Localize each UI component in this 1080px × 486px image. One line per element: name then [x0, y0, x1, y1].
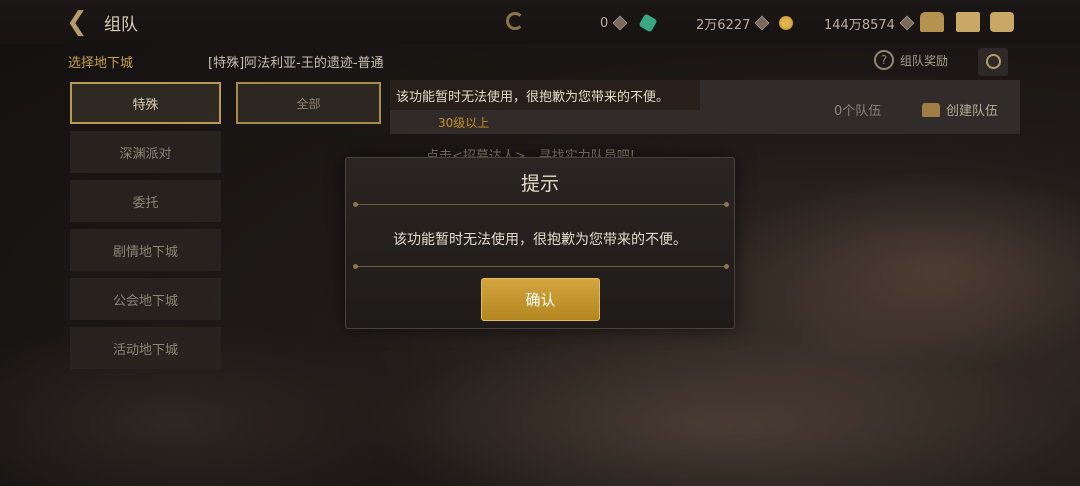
sidebar-item-story-dungeon[interactable]: 剧情地下城: [70, 229, 221, 271]
sidebar-item-special[interactable]: 特殊: [70, 82, 221, 124]
sidebar-item-event-dungeon[interactable]: 活动地下城: [70, 327, 221, 369]
gem-icon: [638, 13, 658, 33]
sidebar-item-label: 特殊: [132, 97, 159, 113]
dungeon-select-bar: 选择地下城 [特殊]阿法利亚-王的遗迹-普通 ? 组队奖励: [56, 48, 1024, 76]
diamond-icon: [612, 15, 628, 31]
dialog-title: 提示: [520, 173, 559, 195]
create-team-button[interactable]: 创建队伍: [922, 100, 998, 119]
help-icon: ?: [874, 50, 894, 70]
chest-icon[interactable]: [920, 12, 944, 32]
create-team-icon: [922, 102, 940, 117]
gold-coin-icon: [779, 16, 794, 30]
diamond-icon: [754, 15, 770, 31]
dungeon-select-label: 选择地下城: [68, 56, 134, 71]
chat-icon[interactable]: [990, 12, 1014, 32]
back-arrow-icon[interactable]: ❮: [66, 8, 96, 36]
team-count: 0个队伍: [834, 104, 882, 119]
currency-display: 144万8574: [824, 12, 915, 34]
dialog-divider: [353, 202, 729, 207]
dialog-message: 该功能暂时无法使用，很抱歉为您带来的不便。: [393, 232, 687, 248]
sidebar-item-label: 剧情地下城: [112, 244, 178, 260]
page-title: 组队: [104, 15, 138, 35]
diamond-icon: [899, 15, 915, 31]
currency-logo-icon: [506, 12, 524, 30]
currency-value: 144万8574: [824, 17, 895, 33]
toast-message: 该功能暂时无法使用，很抱歉为您带来的不便。: [390, 80, 700, 110]
sidebar-item-label: 委托: [132, 195, 159, 211]
team-reward-button[interactable]: ? 组队奖励: [874, 50, 948, 70]
tab-label: 全部: [296, 96, 321, 111]
tab-all[interactable]: 全部: [236, 82, 381, 124]
top-bar: ❮ 组队 0 2万6227 144万8574: [0, 0, 1080, 44]
search-button[interactable]: [978, 48, 1008, 76]
confirm-button[interactable]: 确认: [481, 278, 600, 321]
team-reward-label: 组队奖励: [900, 53, 949, 68]
sidebar-item-abyss-party[interactable]: 深渊派对: [70, 131, 221, 173]
selected-dungeon[interactable]: [特殊]阿法利亚-王的遗迹-普通: [208, 52, 384, 71]
currency-value: 2万6227: [696, 17, 751, 33]
notice-dialog: 提示 该功能暂时无法使用，很抱歉为您带来的不便。 确认: [345, 157, 735, 329]
confirm-label: 确认: [525, 291, 556, 309]
dialog-divider: [353, 264, 729, 269]
currency-display: 2万6227: [696, 12, 794, 34]
sidebar-item-commission[interactable]: 委托: [70, 180, 221, 222]
sidebar-item-label: 公会地下城: [112, 293, 178, 309]
sidebar-item-label: 活动地下城: [112, 342, 178, 358]
sidebar-item-guild-dungeon[interactable]: 公会地下城: [70, 278, 221, 320]
sidebar-item-label: 深渊派对: [119, 146, 172, 162]
background-cloud: [720, 170, 1080, 370]
level-requirement: 30级以上: [438, 116, 490, 130]
currency-display: 0: [600, 12, 658, 34]
mail-icon[interactable]: [956, 12, 980, 32]
currency-value: 0: [600, 15, 609, 31]
create-team-label: 创建队伍: [946, 104, 999, 119]
